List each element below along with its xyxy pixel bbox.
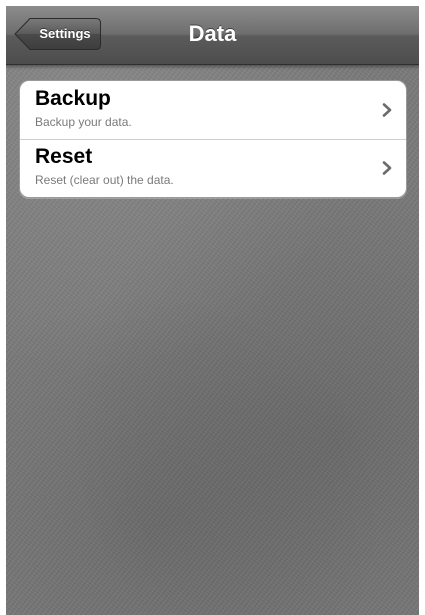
navigation-bar: Settings Data xyxy=(6,6,419,65)
chevron-right-icon xyxy=(382,103,392,117)
list-item-backup[interactable]: Backup Backup your data. xyxy=(20,81,406,140)
list-item-reset[interactable]: Reset Reset (clear out) the data. xyxy=(20,139,406,197)
backup-title: Backup xyxy=(35,87,111,110)
data-options-group: Backup Backup your data. Reset Reset (cl… xyxy=(19,80,407,198)
settings-back-button[interactable]: Settings xyxy=(14,17,102,51)
chevron-right-icon xyxy=(382,161,392,175)
app-screen: Settings Data Backup Backup your data. R… xyxy=(6,6,419,615)
page-title: Data xyxy=(188,21,237,46)
back-button-label: Settings xyxy=(39,26,91,41)
backup-subtitle: Backup your data. xyxy=(35,115,132,129)
reset-title: Reset xyxy=(35,145,93,168)
reset-subtitle: Reset (clear out) the data. xyxy=(35,173,174,187)
